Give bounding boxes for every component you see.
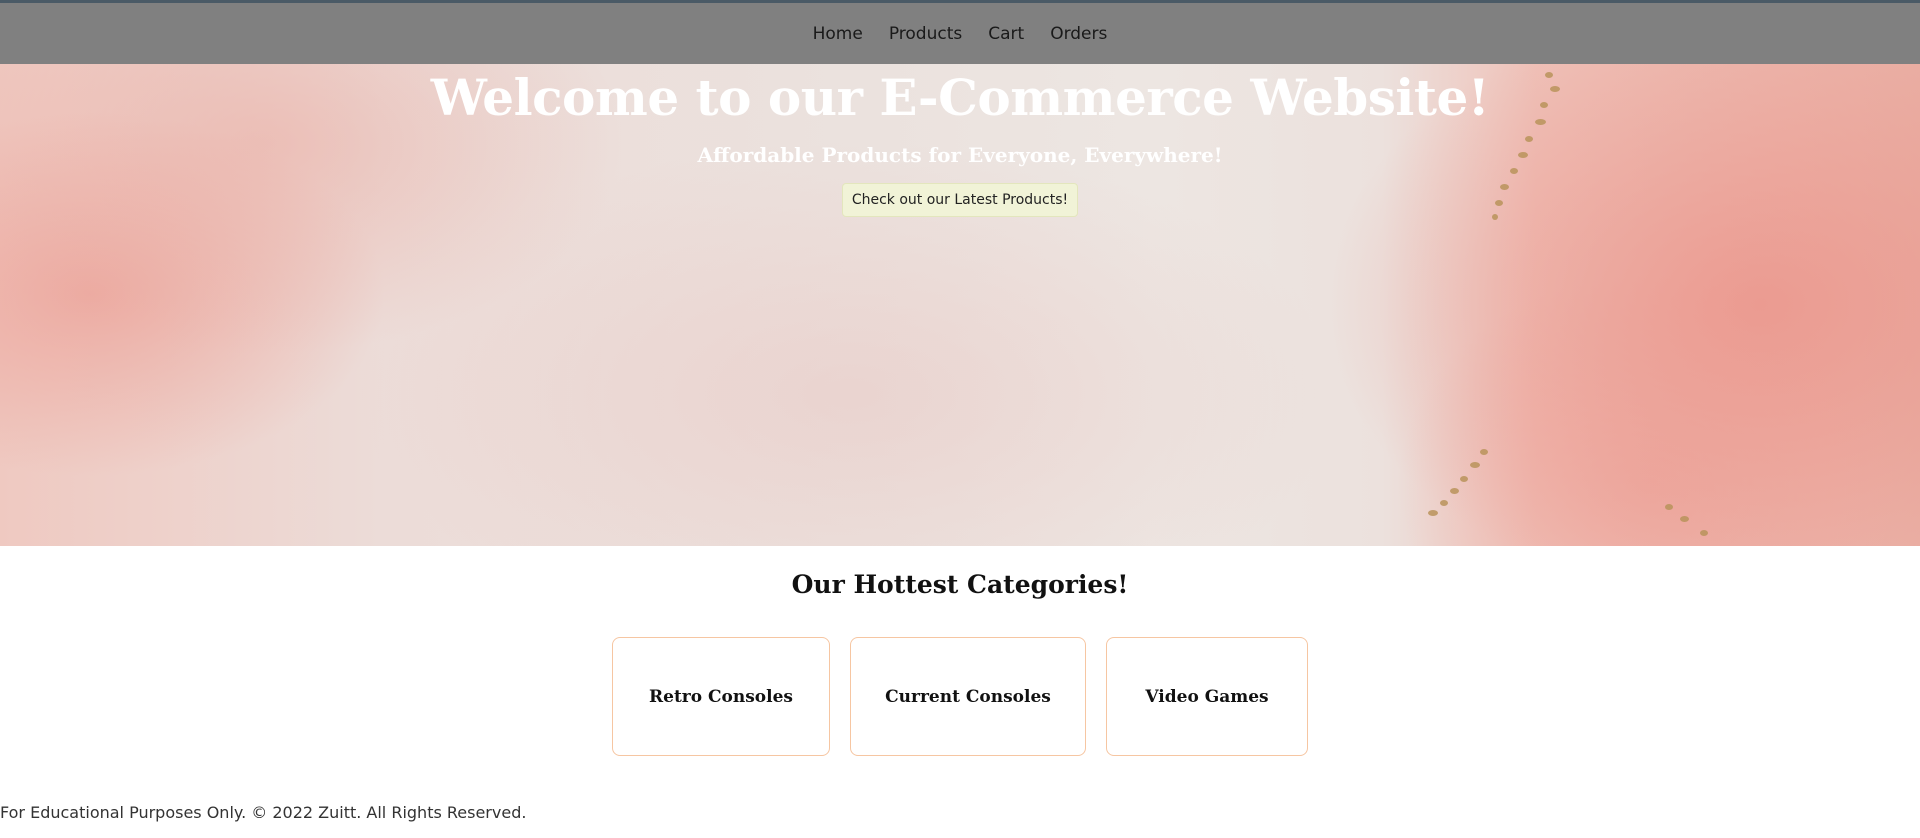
nav-link-orders[interactable]: Orders xyxy=(1050,24,1107,44)
latest-products-button[interactable]: Check out our Latest Products! xyxy=(841,183,1079,217)
category-card-label: Current Consoles xyxy=(885,686,1051,707)
category-card-current-consoles[interactable]: Current Consoles xyxy=(850,637,1086,756)
hero-subtitle: Affordable Products for Everyone, Everyw… xyxy=(697,143,1223,167)
footer-text: For Educational Purposes Only. © 2022 Zu… xyxy=(0,803,527,822)
category-card-label: Retro Consoles xyxy=(649,686,793,707)
nav-link-products[interactable]: Products xyxy=(889,24,962,44)
category-cards: Retro Consoles Current Consoles Video Ga… xyxy=(0,637,1920,756)
hero-content: Welcome to our E-Commerce Website! Affor… xyxy=(0,64,1920,217)
hero-title: Welcome to our E-Commerce Website! xyxy=(430,68,1490,127)
categories-title: Our Hottest Categories! xyxy=(791,570,1129,599)
category-card-label: Video Games xyxy=(1145,686,1269,707)
hero-banner: Welcome to our E-Commerce Website! Affor… xyxy=(0,64,1920,546)
category-card-video-games[interactable]: Video Games xyxy=(1106,637,1308,756)
nav-link-cart[interactable]: Cart xyxy=(988,24,1024,44)
navbar: Home Products Cart Orders xyxy=(0,0,1920,64)
nav-link-home[interactable]: Home xyxy=(813,24,863,44)
category-card-retro-consoles[interactable]: Retro Consoles xyxy=(612,637,830,756)
